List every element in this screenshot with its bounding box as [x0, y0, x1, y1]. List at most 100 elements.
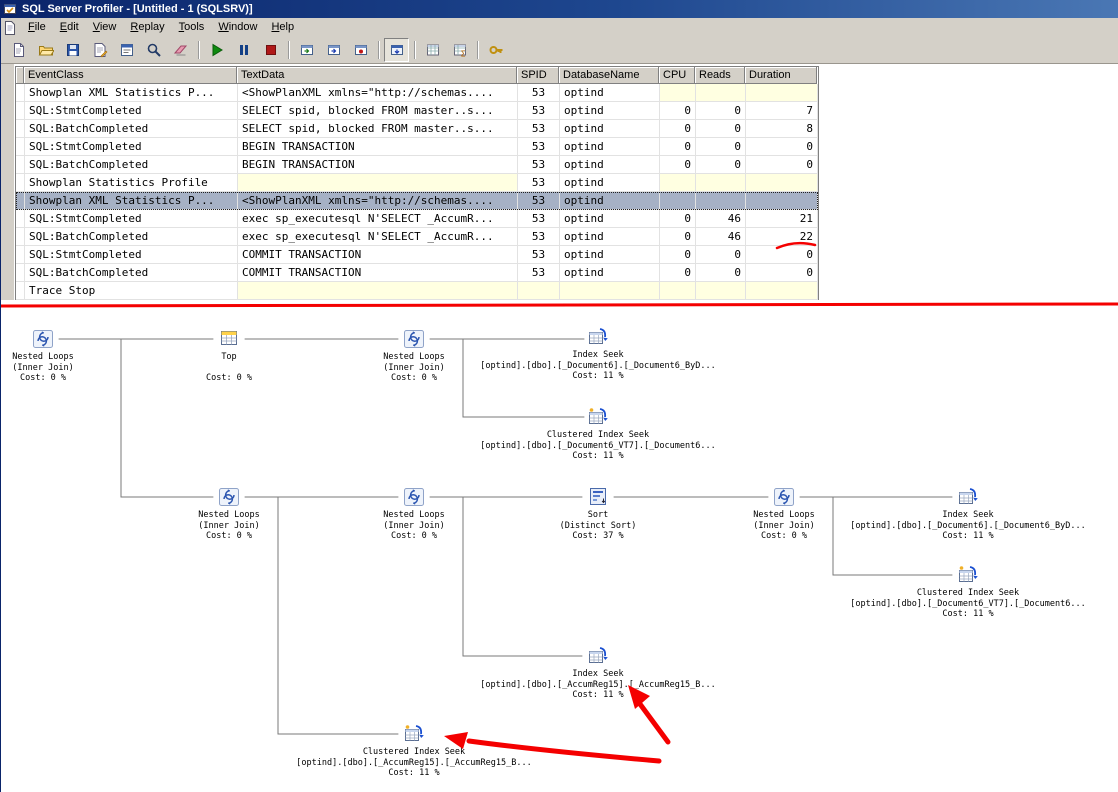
cell-cpu: 0 — [660, 246, 696, 264]
cell-cpu — [660, 174, 696, 192]
table-row[interactable]: SQL:BatchCompleted COMMIT TRANSACTION 53 op… — [16, 264, 818, 282]
cell-cpu: 0 — [660, 264, 696, 282]
table-row[interactable]: SQL:BatchCompleted SELECT spid, blocked F… — [16, 120, 818, 138]
titlebar: SQL Server Profiler - [Untitled - 1 (SQL… — [1, 0, 1118, 18]
cell-gutter — [16, 156, 25, 174]
table-row[interactable]: SQL:StmtCompleted COMMIT TRANSACTION 53 opt… — [16, 246, 818, 264]
properties-icon — [119, 42, 135, 58]
menu-window[interactable]: Window — [211, 19, 264, 36]
column-header-database_name[interactable]: DatabaseName — [559, 67, 659, 84]
cell-cpu: 0 — [660, 156, 696, 174]
help-button[interactable] — [483, 38, 508, 62]
menu-file[interactable]: File — [21, 19, 53, 36]
cell-duration: 0 — [746, 246, 818, 264]
node-label: [optind].[dbo].[_Document6].[_Document6_… — [480, 360, 716, 371]
table-row[interactable]: SQL:BatchCompleted BEGIN TRANSACTION 53 opt… — [16, 156, 818, 174]
menu-tools[interactable]: Tools — [172, 19, 212, 36]
left-gutter — [1, 64, 14, 300]
cell-database_name: optind — [560, 210, 660, 228]
node-label: [optind].[dbo].[_Document6_VT7].[_Docume… — [480, 440, 716, 451]
column-header-reads[interactable]: Reads — [695, 67, 745, 84]
node-label: Index Seek — [942, 510, 994, 520]
cell-duration — [746, 174, 818, 192]
grouped-view-button[interactable] — [420, 38, 445, 62]
cell-duration: 0 — [746, 156, 818, 174]
run-to-cursor-button[interactable] — [321, 38, 346, 62]
clustered-index-seek-icon — [585, 406, 611, 428]
node-label: [optind].[dbo].[_Document6].[_Document6_… — [850, 520, 1086, 531]
toolbar-separator — [477, 41, 478, 59]
column-header-text_data[interactable]: TextData — [237, 67, 517, 84]
node-label: Clustered Index Seek — [362, 747, 466, 757]
cell-database_name: optind — [560, 264, 660, 282]
properties-button[interactable] — [114, 38, 139, 62]
cell-event_class: Trace Stop — [25, 282, 238, 300]
column-header-event_class[interactable]: EventClass — [24, 67, 237, 84]
cell-cpu: 0 — [660, 102, 696, 120]
find-button[interactable] — [141, 38, 166, 62]
cell-gutter — [16, 84, 25, 102]
plan-node-index-seek[interactable]: Index Seek [optind].[dbo].[_Document6].[_… — [843, 486, 1093, 542]
cell-duration: 0 — [746, 264, 818, 282]
new-template-button[interactable] — [87, 38, 112, 62]
execute-step-button[interactable] — [294, 38, 319, 62]
clear-trace-button[interactable] — [168, 38, 193, 62]
plan-node-clustered-index-seek[interactable]: Clustered Index Seek [optind].[dbo].[_Doc… — [843, 564, 1093, 620]
cell-database_name: optind — [560, 102, 660, 120]
cell-spid: 53 — [518, 102, 560, 120]
column-header-gutter[interactable] — [16, 67, 24, 84]
menu-edit[interactable]: Edit — [53, 19, 86, 36]
cell-event_class: Showplan XML Statistics P... — [25, 84, 238, 102]
start-trace-button[interactable] — [204, 38, 229, 62]
cell-event_class: SQL:StmtCompleted — [25, 102, 238, 120]
cell-cpu: 0 — [660, 210, 696, 228]
cell-gutter — [16, 192, 25, 210]
cell-database_name: optind — [560, 174, 660, 192]
clustered-index-seek-icon — [401, 723, 427, 745]
auto-scroll-button[interactable] — [384, 38, 409, 62]
open-trace-button[interactable] — [33, 38, 58, 62]
cell-text_data: COMMIT TRANSACTION — [238, 264, 518, 282]
pause-icon — [236, 42, 252, 58]
save-button[interactable] — [60, 38, 85, 62]
menu-help[interactable]: Help — [264, 19, 301, 36]
node-label: Index Seek — [572, 669, 624, 679]
column-header-spid[interactable]: SPID — [517, 67, 559, 84]
cell-database_name — [560, 282, 660, 300]
clustered-index-seek-icon — [955, 564, 981, 586]
table-row[interactable]: Showplan Statistics Profile 53 optind — [16, 174, 818, 192]
menu-replay[interactable]: Replay — [123, 19, 171, 36]
cell-text_data: exec sp_executesql N'SELECT _AccumR... — [238, 210, 518, 228]
column-header-duration[interactable]: Duration — [745, 67, 817, 84]
open-folder-icon — [38, 42, 54, 58]
stop-trace-button[interactable] — [258, 38, 283, 62]
table-row[interactable]: SQL:BatchCompleted exec sp_executesql N'S… — [16, 228, 818, 246]
sql-server-profiler-window: SQL Server Profiler - [Untitled - 1 (SQL… — [0, 0, 1118, 792]
svg-text:Σ: Σ — [460, 50, 465, 59]
plan-node-index-seek[interactable]: Index Seek [optind].[dbo].[_Document6].[_… — [473, 326, 723, 382]
menu-view[interactable]: View — [86, 19, 124, 36]
pause-trace-button[interactable] — [231, 38, 256, 62]
table-row[interactable]: Showplan XML Statistics P... <ShowPlanXML… — [16, 192, 818, 210]
cell-cpu: 0 — [660, 120, 696, 138]
index-seek-icon — [585, 645, 611, 667]
plan-node-index-seek[interactable]: Index Seek [optind].[dbo].[_AccumReg15].[… — [473, 645, 723, 701]
aggregate-view-button[interactable]: Σ — [447, 38, 472, 62]
table-row[interactable]: Trace Stop — [16, 282, 818, 300]
cell-text_data — [238, 174, 518, 192]
toggle-breakpoint-button[interactable] — [348, 38, 373, 62]
cell-text_data: exec sp_executesql N'SELECT _AccumR... — [238, 228, 518, 246]
table-row[interactable]: SQL:StmtCompleted exec sp_executesql N'SE… — [16, 210, 818, 228]
new-trace-button[interactable] — [6, 38, 31, 62]
table-row[interactable]: SQL:StmtCompleted BEGIN TRANSACTION 53 opti… — [16, 138, 818, 156]
plan-node-clustered-index-seek[interactable]: Clustered Index Seek [optind].[dbo].[_Acc… — [289, 723, 539, 779]
plan-node-clustered-index-seek[interactable]: Clustered Index Seek [optind].[dbo].[_Doc… — [473, 406, 723, 462]
table-row[interactable]: Showplan XML Statistics P... <ShowPlanXML… — [16, 84, 818, 102]
cell-database_name: optind — [560, 138, 660, 156]
table-row[interactable]: SQL:StmtCompleted SELECT spid, blocked FR… — [16, 102, 818, 120]
trace-pane: EventClass TextData SPID DatabaseName CPU Rea… — [1, 64, 1118, 301]
cell-event_class: SQL:StmtCompleted — [25, 246, 238, 264]
child-window-icon[interactable] — [4, 20, 16, 35]
cell-gutter — [16, 138, 25, 156]
column-header-cpu[interactable]: CPU — [659, 67, 695, 84]
